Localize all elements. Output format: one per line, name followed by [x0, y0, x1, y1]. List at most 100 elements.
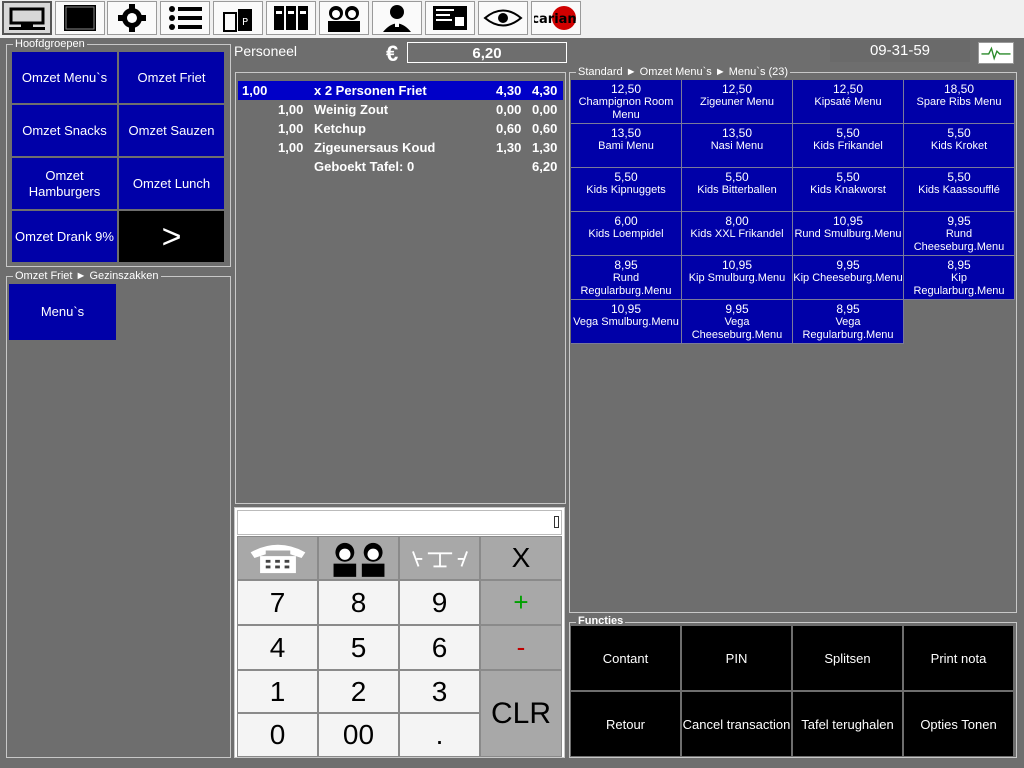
split-button[interactable]: Splitsen — [792, 625, 903, 691]
next-page-button[interactable]: > — [118, 210, 225, 263]
menu-item-button[interactable]: 8,00 Kids XXL Frikandel — [682, 212, 793, 256]
menu-item-price: 5,50 — [947, 126, 971, 140]
carian-logo-icon[interactable]: carian — [531, 1, 581, 35]
menu-item-price: 10,95 — [721, 258, 753, 272]
order-row[interactable]: 1,00 x 2 Personen Friet 4,30 4,30 — [238, 81, 563, 100]
keypad-input[interactable] — [237, 510, 562, 535]
menu-item-button[interactable]: 5,50 Kids Bitterballen — [682, 168, 793, 212]
cash-button[interactable]: Contant — [570, 625, 681, 691]
menu-item-button[interactable]: 5,50 Kids Kaassoufflé — [904, 168, 1015, 212]
menu-item-name: Kids Kaassoufflé — [918, 184, 1000, 196]
table-icon[interactable] — [399, 536, 480, 580]
menu-item-button[interactable]: 10,95 Vega Smulburg.Menu — [571, 300, 682, 344]
list-icon[interactable] — [160, 1, 210, 35]
menu-item-price: 8,00 — [725, 214, 749, 228]
group-omzet-snacks-button[interactable]: Omzet Snacks — [11, 104, 118, 157]
menu-item-button[interactable]: 9,95 Kip Cheeseburg.Menu — [793, 256, 904, 300]
menu-item-button[interactable]: 5,50 Kids Kroket — [904, 124, 1015, 168]
gear-icon[interactable] — [107, 1, 157, 35]
menu-item-price: 8,95 — [947, 258, 971, 272]
black-screen-icon[interactable] — [55, 1, 105, 35]
pin-button[interactable]: PIN — [681, 625, 792, 691]
key-0-button[interactable]: 0 — [237, 713, 318, 757]
menu-item-button[interactable]: 12,50 Kipsaté Menu — [793, 80, 904, 124]
plus-button[interactable]: + — [480, 580, 562, 625]
menu-item-price: 5,50 — [836, 170, 860, 184]
key-5-button[interactable]: 5 — [318, 625, 399, 670]
group-omzet-friet-button[interactable]: Omzet Friet — [118, 51, 225, 104]
return-button[interactable]: Retour — [570, 691, 681, 757]
menu-item-button[interactable]: 5,50 Kids Kipnuggets — [571, 168, 682, 212]
menu-item-name: Kids Kroket — [930, 140, 988, 152]
order-name: Ketchup — [314, 121, 366, 136]
menu-item-price: 5,50 — [947, 170, 971, 184]
show-options-button[interactable]: Opties Tonen — [903, 691, 1014, 757]
menu-item-button[interactable]: 6,00 Kids Loempidel — [571, 212, 682, 256]
order-row[interactable]: 1,00 Ketchup 0,60 0,60 — [238, 119, 563, 138]
menu-item-button[interactable]: 13,50 Nasi Menu — [682, 124, 793, 168]
order-name: x 2 Personen Friet — [314, 83, 427, 98]
receipt-icon[interactable] — [425, 1, 475, 35]
key-9-button[interactable]: 9 — [399, 580, 480, 625]
monitor-icon[interactable] — [2, 1, 52, 35]
menu-item-button[interactable]: 12,50 Zigeuner Menu — [682, 80, 793, 124]
key-8-button[interactable]: 8 — [318, 580, 399, 625]
key-7-button[interactable]: 7 — [237, 580, 318, 625]
order-price: 1,30 — [496, 140, 522, 155]
menu-item-button[interactable]: 8,95 Vega Regularburg.Menu — [793, 300, 904, 344]
menu-item-price: 13,50 — [721, 126, 753, 140]
group-omzet-lunch-button[interactable]: Omzet Lunch — [118, 157, 225, 210]
multiply-button[interactable]: X — [480, 536, 562, 580]
network-status-icon[interactable] — [978, 42, 1014, 64]
key-decimal-button[interactable]: . — [399, 713, 480, 757]
menu-item-name: Kids Knakworst — [810, 184, 886, 196]
order-name: Zigeunersaus Koud — [314, 140, 436, 155]
menu-item-button[interactable]: 18,50 Spare Ribs Menu — [904, 80, 1015, 124]
menu-item-button[interactable]: 8,95 Kip Regularburg.Menu — [904, 256, 1015, 300]
booked-label: Geboekt Tafel: 0 — [314, 159, 415, 174]
binders-icon[interactable] — [266, 1, 316, 35]
toolbar: P carian — [0, 0, 1024, 38]
key-6-button[interactable]: 6 — [399, 625, 480, 670]
menu-item-name: Vega Regularburg.Menu — [802, 316, 894, 341]
clear-button[interactable]: CLR — [480, 670, 562, 757]
menu-item-button[interactable]: 9,95 Rund Cheeseburg.Menu — [904, 212, 1015, 256]
menu-item-button[interactable]: 5,50 Kids Knakworst — [793, 168, 904, 212]
menu-item-button[interactable]: 10,95 Kip Smulburg.Menu — [682, 256, 793, 300]
eye-icon[interactable] — [478, 1, 528, 35]
order-row[interactable]: 1,00 Zigeunersaus Koud 1,30 1,30 — [238, 138, 563, 157]
subgroups-panel — [6, 276, 231, 758]
key-2-button[interactable]: 2 — [318, 670, 399, 713]
group-omzet-sauzen-button[interactable]: Omzet Sauzen — [118, 104, 225, 157]
menu-item-price: 5,50 — [725, 170, 749, 184]
booked-row: Geboekt Tafel: 0 6,20 — [238, 157, 563, 176]
order-row[interactable]: 1,00 Weinig Zout 0,00 0,00 — [238, 100, 563, 119]
subgroup-menus-button[interactable]: Menu`s — [8, 283, 117, 341]
minus-button[interactable]: - — [480, 625, 562, 670]
menu-item-button[interactable]: 10,95 Rund Smulburg.Menu — [793, 212, 904, 256]
menu-item-button[interactable]: 8,95 Rund Regularburg.Menu — [571, 256, 682, 300]
waiter-icon[interactable] — [372, 1, 422, 35]
key-3-button[interactable]: 3 — [399, 670, 480, 713]
customers-icon[interactable] — [318, 536, 399, 580]
group-omzet-hamburgers-button[interactable]: Omzet Hamburgers — [11, 157, 118, 210]
menu-item-button[interactable]: 5,50 Kids Frikandel — [793, 124, 904, 168]
phone-icon[interactable] — [237, 536, 318, 580]
menu-item-button[interactable]: 12,50 Champignon Room Menu — [571, 80, 682, 124]
menu-item-button[interactable]: 9,95 Vega Cheeseburg.Menu — [682, 300, 793, 344]
order-list[interactable]: 1,00 x 2 Personen Friet 4,30 4,30 1,00 Weinig… — [235, 72, 566, 504]
cancel-transaction-button[interactable]: Cancel transaction — [681, 691, 792, 757]
retrieve-table-button[interactable]: Tafel terughalen — [792, 691, 903, 757]
register-icon[interactable]: P — [213, 1, 263, 35]
menu-item-name: Vega Smulburg.Menu — [573, 316, 679, 328]
group-omzet-drank-button[interactable]: Omzet Drank 9% — [11, 210, 118, 263]
staff-icon[interactable] — [319, 1, 369, 35]
menu-item-price: 12,50 — [721, 82, 753, 96]
menu-item-button[interactable]: 13,50 Bami Menu — [571, 124, 682, 168]
key-4-button[interactable]: 4 — [237, 625, 318, 670]
key-00-button[interactable]: 00 — [318, 713, 399, 757]
key-1-button[interactable]: 1 — [237, 670, 318, 713]
group-omzet-menus-button[interactable]: Omzet Menu`s — [11, 51, 118, 104]
print-receipt-button[interactable]: Print nota — [903, 625, 1014, 691]
order-qty: 1,00 — [242, 83, 268, 98]
